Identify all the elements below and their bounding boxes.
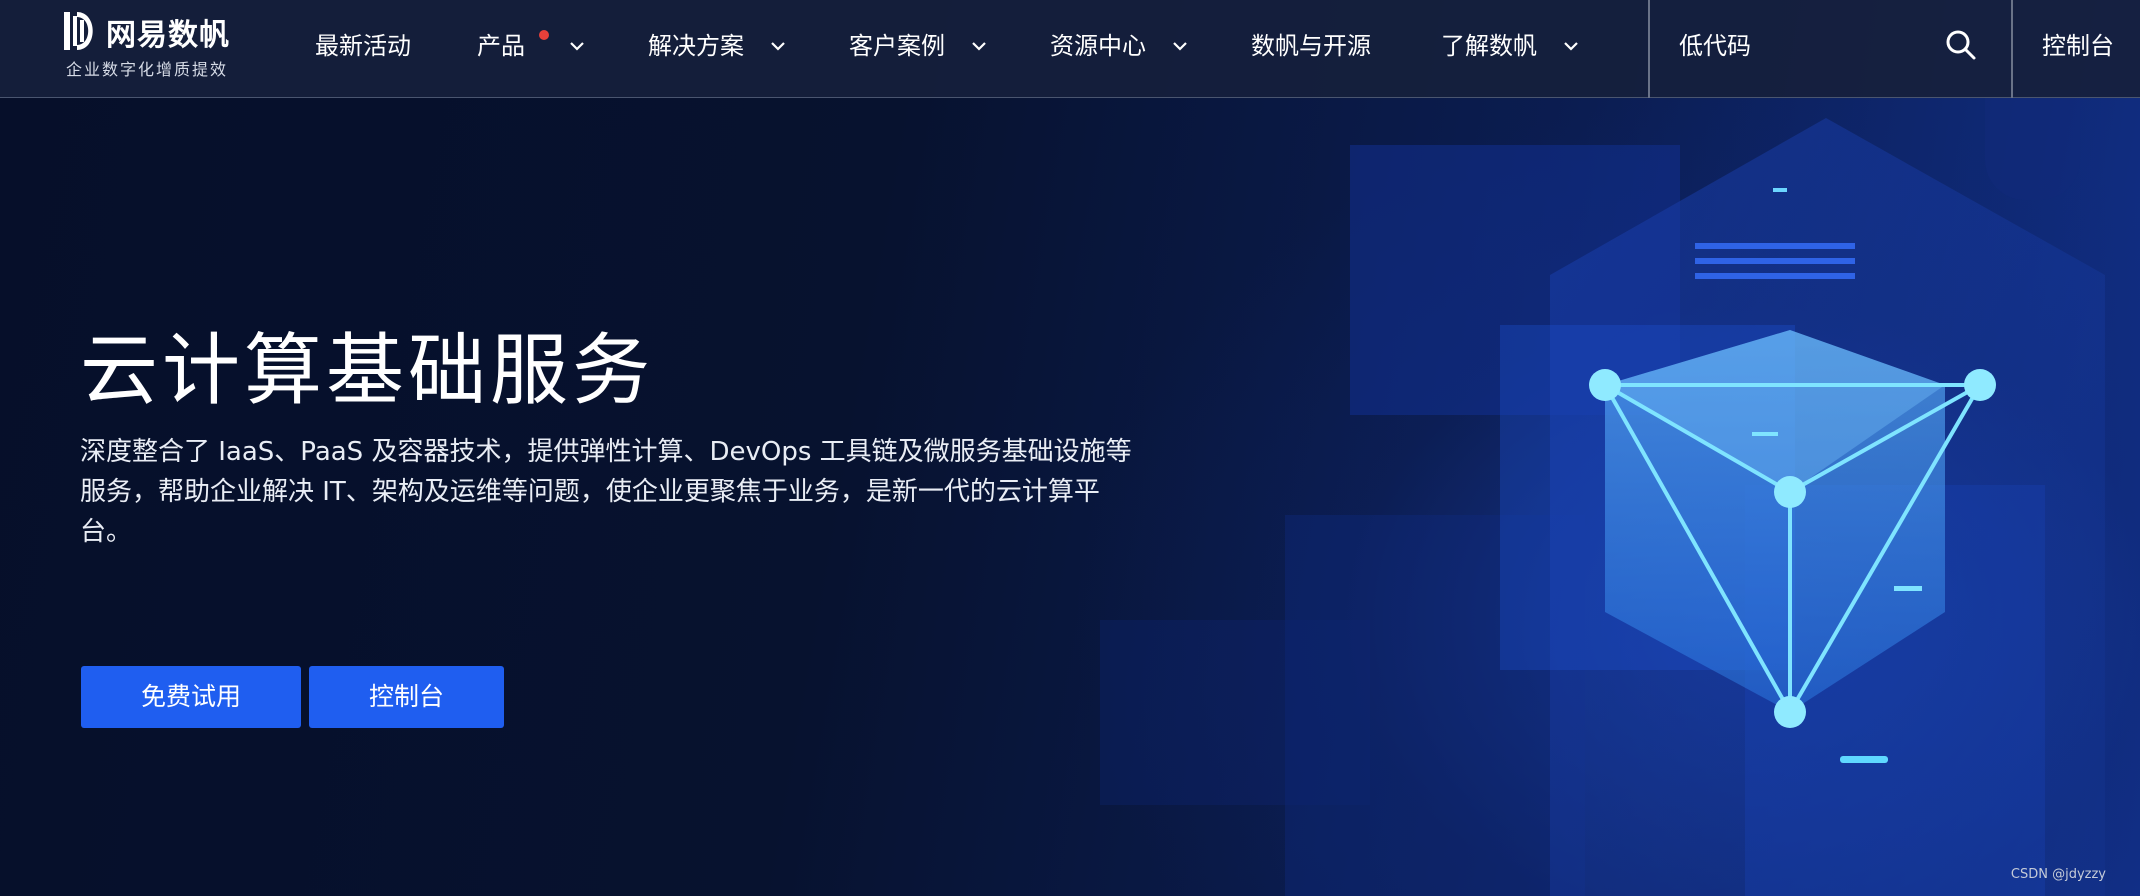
nav-item-resource-center[interactable]: 资源中心 — [1050, 26, 1187, 66]
nav-item-label: 控制台 — [2042, 32, 2114, 60]
brand-name: 网易数帆 — [106, 18, 230, 53]
top-navigation: 网易数帆 企业数字化增质提效 最新活动 产品 解决方案 客户案例 资源中心 数帆… — [0, 0, 2140, 98]
search-icon[interactable] — [1944, 28, 1978, 62]
nav-item-label: 低代码 — [1679, 32, 1751, 60]
watermark: CSDN @jdyzzy — [2010, 867, 2106, 882]
nav-item-customer-cases[interactable]: 客户案例 — [849, 26, 986, 66]
nav-item-about[interactable]: 了解数帆 — [1441, 26, 1578, 66]
chevron-down-icon — [771, 42, 785, 51]
nav-item-label: 最新活动 — [315, 32, 411, 60]
chevron-down-icon — [1173, 42, 1187, 51]
nav-item-label: 了解数帆 — [1441, 32, 1537, 60]
chevron-down-icon — [570, 42, 584, 51]
nav-item-products[interactable]: 产品 — [477, 26, 584, 66]
free-trial-button[interactable]: 免费试用 — [81, 666, 301, 728]
nav-item-label: 资源中心 — [1050, 32, 1146, 60]
brand-logo[interactable]: 网易数帆 企业数字化增质提效 — [64, 10, 264, 80]
nav-item-label: 解决方案 — [648, 32, 744, 60]
nav-item-label: 数帆与开源 — [1251, 32, 1371, 60]
nav-item-lowcode[interactable]: 低代码 — [1679, 26, 1751, 66]
nav-item-label: 产品 — [477, 32, 525, 60]
console-button[interactable]: 控制台 — [309, 666, 504, 728]
nav-item-solutions[interactable]: 解决方案 — [648, 26, 785, 66]
logo-mark-icon — [64, 12, 93, 50]
chevron-down-icon — [1564, 42, 1578, 51]
hero-description: 深度整合了 IaaS、PaaS 及容器技术，提供弹性计算、DevOps 工具链及… — [80, 437, 1132, 547]
notification-dot — [539, 30, 549, 40]
nav-divider — [2011, 0, 2013, 98]
brand-slogan: 企业数字化增质提效 — [66, 60, 229, 79]
nav-divider — [1648, 0, 1650, 98]
hero-title: 云计算基础服务 — [80, 326, 655, 416]
nav-item-label: 客户案例 — [849, 32, 945, 60]
nav-console-link[interactable]: 控制台 — [2042, 26, 2114, 66]
chevron-down-icon — [972, 42, 986, 51]
nav-item-latest-activities[interactable]: 最新活动 — [315, 26, 411, 66]
nav-item-open-source[interactable]: 数帆与开源 — [1251, 26, 1371, 66]
